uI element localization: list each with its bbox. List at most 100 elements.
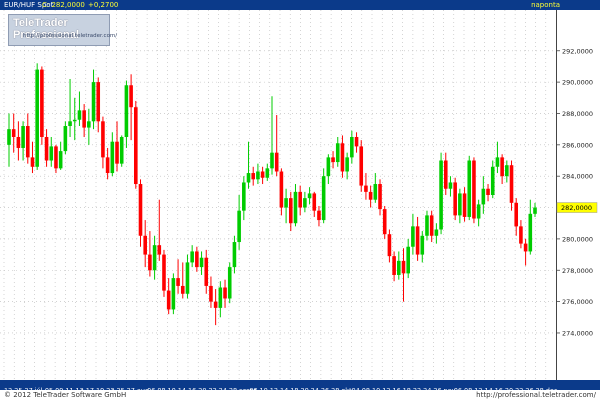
candle-body-up xyxy=(72,119,77,122)
candle-body-down xyxy=(54,146,58,169)
price-axis-svg: 274,0000 276,0000 278,0000 280,0000 282,0000… xyxy=(556,10,598,380)
candle-body-up xyxy=(397,260,401,275)
candle-body-up xyxy=(321,176,326,221)
candle-body-up xyxy=(420,235,425,255)
chart-header-bar: EUR/HUF Spot C: 282,0000 +0,2700 naponta xyxy=(0,0,600,10)
candle-body-down xyxy=(500,157,504,177)
candle-body-down xyxy=(429,215,434,236)
candle-body-down xyxy=(312,193,317,211)
candle-body-down xyxy=(274,152,279,172)
candle-body-up xyxy=(110,141,115,174)
candle-body-down xyxy=(378,184,382,210)
candle-body-down xyxy=(115,141,119,164)
candle-body-down xyxy=(415,226,420,255)
candle-body-down xyxy=(195,251,199,268)
candle-body-up xyxy=(411,226,415,247)
candle-body-down xyxy=(101,121,105,158)
candle-body-up xyxy=(232,242,237,268)
candle-body-up xyxy=(68,121,72,127)
candle-body-down xyxy=(176,278,180,286)
candle-body-down xyxy=(134,107,138,185)
candle-body-up xyxy=(406,246,410,274)
candle-body-down xyxy=(251,173,256,180)
candle-body-down xyxy=(204,257,209,286)
candle-body-up xyxy=(528,213,533,252)
candle-body-down xyxy=(148,254,152,271)
candle-body-up xyxy=(434,229,439,236)
candle-body-down xyxy=(16,136,21,148)
candle-body-down xyxy=(359,146,364,186)
candle-body-up xyxy=(458,193,462,216)
candle-body-down xyxy=(368,191,373,200)
candle-body-down xyxy=(364,185,368,192)
candle-body-down xyxy=(82,110,86,128)
candle-body-up xyxy=(124,85,129,137)
candle-body-down xyxy=(443,160,448,189)
candle-body-down xyxy=(11,129,16,137)
candle-body-down xyxy=(486,188,490,195)
candle-body-up xyxy=(476,204,481,219)
candle-body-up xyxy=(265,168,270,178)
candle-body-up xyxy=(303,198,307,208)
candle-body-up xyxy=(91,82,96,122)
candle-body-up xyxy=(185,262,190,294)
candle-body-up xyxy=(119,136,124,164)
y-tick-label: 288,0000 xyxy=(562,110,593,118)
copyright-text: © 2012 TeleTrader Software GmbH xyxy=(4,391,127,399)
candle-body-down xyxy=(382,209,387,235)
candle-body-up xyxy=(21,126,25,148)
candle-body-down xyxy=(162,254,166,291)
y-tick-label: 290,0000 xyxy=(562,79,593,87)
candle-body-down xyxy=(30,157,35,167)
candle-body-down xyxy=(143,235,147,255)
candle-body-down xyxy=(166,290,171,310)
candle-body-up xyxy=(373,184,378,200)
candle-body-up xyxy=(467,160,472,217)
candle-body-up xyxy=(481,188,486,205)
y-tick-label: 276,0000 xyxy=(562,298,593,306)
candle-body-up xyxy=(505,165,509,177)
candle-body-down xyxy=(105,157,110,174)
candle-body-down xyxy=(25,126,30,158)
y-tick-label: 292,0000 xyxy=(562,47,593,55)
candle-body-up xyxy=(350,136,354,158)
candle-body-down xyxy=(354,136,359,147)
logo-url: http://professional.teletrader.com/ xyxy=(23,33,118,39)
y-tick-label: 278,0000 xyxy=(562,267,593,275)
candle-body-down xyxy=(453,182,457,216)
candle-body-down xyxy=(387,234,392,257)
last-price-label: 282,0000 xyxy=(561,204,592,212)
candle-body-up xyxy=(495,157,500,167)
candle-body-up xyxy=(190,251,194,263)
website-link[interactable]: http://professional.teletrader.com/ xyxy=(476,390,596,400)
candle-body-up xyxy=(270,152,274,169)
candle-body-down xyxy=(260,171,265,178)
candle-body-up xyxy=(425,215,429,236)
candle-body-down xyxy=(288,198,293,224)
price-axis: 274,0000 276,0000 278,0000 280,0000 282,0000… xyxy=(556,10,600,380)
candle-body-up xyxy=(242,182,246,211)
plot-area[interactable] xyxy=(0,10,556,380)
candlestick-chart[interactable] xyxy=(0,10,556,380)
change-label: +0,2700 xyxy=(88,1,119,9)
candle-body-down xyxy=(223,287,227,299)
candle-body-up xyxy=(533,207,537,214)
candle-body-down xyxy=(213,301,218,308)
y-tick-label: 284,0000 xyxy=(562,173,593,181)
candle-body-down xyxy=(340,143,345,172)
candle-body-up xyxy=(218,287,223,308)
candle-body-down xyxy=(44,136,49,161)
candle-body-down xyxy=(514,202,519,227)
candle-body-up xyxy=(345,157,349,172)
candle-body-down xyxy=(519,226,523,244)
candle-body-down xyxy=(298,191,302,208)
teletrader-logo: TeleTrader Professional http://professio… xyxy=(8,14,117,46)
candle-body-up xyxy=(326,157,331,177)
candle-body-up xyxy=(58,151,63,169)
candle-body-down xyxy=(180,285,185,294)
candle-body-down xyxy=(509,165,514,203)
candle-body-down xyxy=(209,285,213,302)
candle-body-up xyxy=(227,267,232,299)
date-axis-bar: 122527júl.050911131719232527aug.06081014… xyxy=(0,380,600,395)
candle-body-up xyxy=(152,245,157,271)
